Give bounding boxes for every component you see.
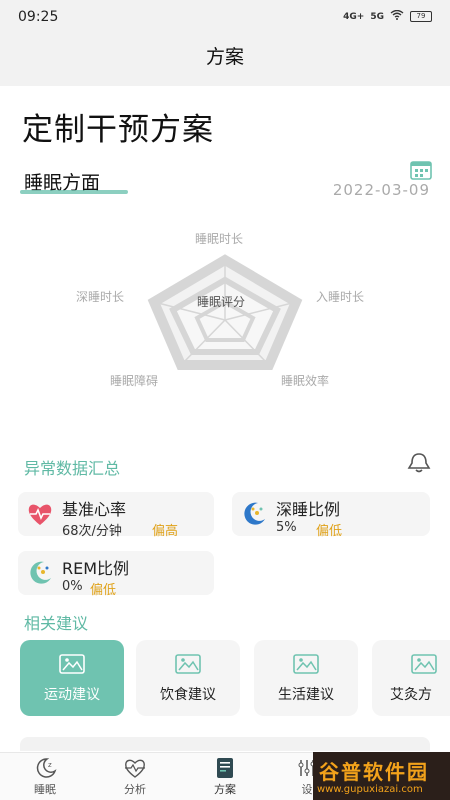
watermark-url: www.gupuxiazai.com xyxy=(317,784,423,795)
radar-axis-deep-sleep: 深睡时长 xyxy=(76,290,125,304)
heartbeat-icon xyxy=(123,757,147,779)
metric-card-deep-sleep[interactable]: 深睡比例 5% 偏低 xyxy=(232,492,430,539)
tab-label: 方案 xyxy=(214,783,236,796)
metric-value: 0% xyxy=(62,579,83,594)
nav-header: 方案 xyxy=(0,34,450,86)
image-icon xyxy=(58,652,86,676)
advice-card-diet[interactable]: 饮食建议 xyxy=(136,640,240,716)
metric-value: 5% xyxy=(276,520,297,535)
svg-text:z: z xyxy=(48,761,52,769)
next-card-peek xyxy=(20,737,430,751)
calendar-icon[interactable] xyxy=(410,160,432,180)
battery-icon: 79 xyxy=(410,11,432,22)
radar-center-label: 睡眠评分 xyxy=(197,295,246,309)
advice-card-moxibustion[interactable]: 艾灸方 xyxy=(372,640,450,716)
radar-axis-sleep-efficiency: 睡眠效率 xyxy=(281,374,330,388)
status-bar: 09:25 4G+ 5G 79 xyxy=(0,0,450,34)
advice-label: 饮食建议 xyxy=(160,687,216,703)
metric-name: 深睡比例 xyxy=(276,500,341,519)
metric-card-rem[interactable]: REM比例 0% 偏低 xyxy=(18,551,214,598)
tab-analysis[interactable]: 分析 xyxy=(100,757,170,797)
section-underline xyxy=(20,190,128,194)
status-icons: 4G+ 5G 79 xyxy=(343,9,432,23)
watermark-logo: 谷普软件园 www.gupuxiazai.com xyxy=(313,752,450,800)
watermark-text: 谷普软件园 xyxy=(319,760,429,784)
advice-card-exercise[interactable]: 运动建议 xyxy=(20,640,124,716)
heart-rate-icon xyxy=(26,500,54,528)
anomaly-section-title: 异常数据汇总 xyxy=(24,459,121,478)
metric-name: REM比例 xyxy=(62,559,130,578)
tab-label: 分析 xyxy=(124,783,146,796)
advice-label: 运动建议 xyxy=(44,687,100,703)
radar-axis-sleep-duration: 睡眠时长 xyxy=(195,232,244,246)
advice-label: 艾灸方 xyxy=(390,687,432,703)
sleep-radar-chart: 睡眠时长 入睡时长 睡眠效率 睡眠障碍 深睡时长 睡眠评分 xyxy=(0,210,450,410)
advice-card-lifestyle[interactable]: 生活建议 xyxy=(254,640,358,716)
metric-card-heart-rate[interactable]: 基准心率 68次/分钟 偏高 xyxy=(18,492,214,539)
moon-icon: z xyxy=(33,757,57,779)
image-icon xyxy=(174,652,202,676)
image-icon xyxy=(292,652,320,676)
document-icon xyxy=(213,757,237,779)
advice-label: 生活建议 xyxy=(278,687,334,703)
signal-5g-icon: 5G xyxy=(370,11,384,22)
metric-name: 基准心率 xyxy=(62,500,127,519)
date-text[interactable]: 2022-03-09 xyxy=(333,181,430,199)
metric-status: 偏低 xyxy=(316,524,343,539)
radar-axis-onset-duration: 入睡时长 xyxy=(316,290,365,304)
page-title: 定制干预方案 xyxy=(22,112,214,148)
advice-section-title: 相关建议 xyxy=(24,614,89,633)
image-icon xyxy=(410,652,438,676)
metric-value: 68次/分钟 xyxy=(62,524,122,539)
tab-plan[interactable]: 方案 xyxy=(190,757,260,797)
moon-sleep-icon xyxy=(26,559,54,587)
metric-status: 偏高 xyxy=(152,524,179,539)
bell-icon[interactable] xyxy=(406,452,432,474)
radar-axis-sleep-disorder: 睡眠障碍 xyxy=(110,374,159,388)
moon-sleep-icon xyxy=(240,500,268,528)
metric-status: 偏低 xyxy=(90,583,117,598)
tab-label: 睡眠 xyxy=(34,783,56,796)
tab-sleep[interactable]: z 睡眠 xyxy=(10,757,80,797)
page-header-title: 方案 xyxy=(205,46,244,68)
signal-4g-icon: 4G+ xyxy=(343,11,365,22)
wifi-icon xyxy=(390,9,404,23)
status-time: 09:25 xyxy=(18,9,59,25)
